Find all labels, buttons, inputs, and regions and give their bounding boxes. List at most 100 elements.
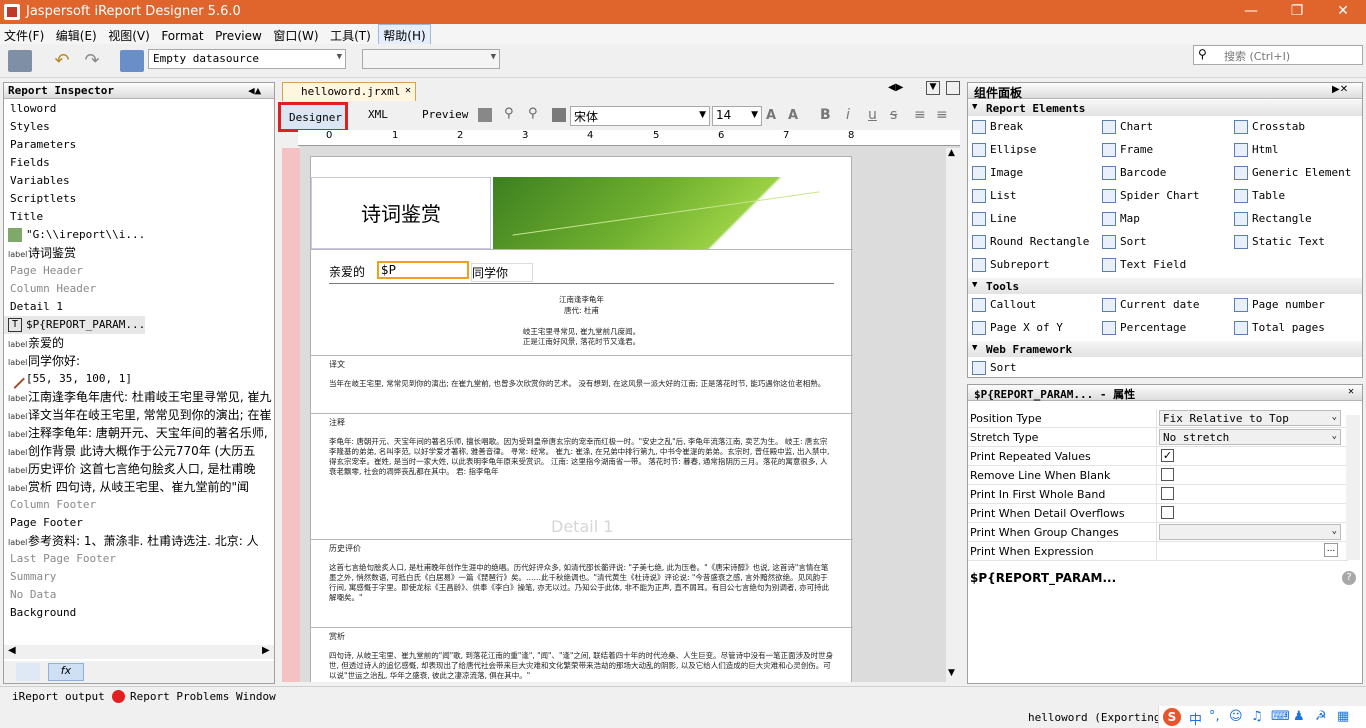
palette-item[interactable]: Spider Chart — [1102, 186, 1199, 206]
palette-item[interactable]: Html — [1234, 140, 1279, 160]
keyboard-icon[interactable]: ⌨ — [1271, 709, 1290, 724]
tree-node[interactable]: "G:\\ireport\\i... — [4, 226, 145, 244]
skin-icon[interactable]: ♟ — [1293, 709, 1305, 724]
tree-node[interactable]: Column Header — [4, 280, 96, 298]
strikethrough-icon[interactable]: s — [890, 107, 897, 123]
palette-item[interactable]: Break — [972, 117, 1023, 137]
redo-icon[interactable]: ↷ — [80, 50, 104, 72]
close-button[interactable]: ✕ — [1320, 0, 1366, 24]
poem-title-text[interactable]: 江南逢李龟年 — [329, 295, 834, 305]
bold-icon[interactable]: B — [820, 107, 831, 123]
palette-item[interactable]: Frame — [1102, 140, 1153, 160]
menu-preview[interactable]: Preview — [211, 27, 266, 45]
tree-node[interactable]: Fields — [4, 154, 50, 172]
palette-item[interactable]: Round Rectangle — [972, 232, 1089, 252]
report-select[interactable]: ▼ — [362, 49, 500, 69]
category-report-elements[interactable]: ▼ Report Elements — [968, 100, 1362, 116]
palette-item[interactable]: Percentage — [1102, 318, 1186, 338]
close-tab-icon[interactable]: ✕ — [405, 85, 411, 96]
param-text-field[interactable]: $P — [377, 261, 469, 279]
decrease-font-icon[interactable]: A — [788, 108, 798, 123]
datasource-icon[interactable] — [120, 50, 144, 72]
palette-item[interactable]: Current date — [1102, 295, 1199, 315]
palette-item[interactable]: Page X of Y — [972, 318, 1063, 338]
palette-item[interactable]: Map — [1102, 209, 1140, 229]
punctuation-icon[interactable]: °, — [1209, 709, 1220, 724]
tree-node[interactable]: Detail 1 — [4, 298, 63, 316]
palette-item[interactable]: Sort — [1102, 232, 1147, 252]
increase-font-icon[interactable]: A — [766, 108, 776, 123]
notes-heading[interactable]: 注释 — [329, 417, 345, 428]
close-icon[interactable]: ✕ — [1348, 386, 1354, 397]
poem-line-1[interactable]: 岐王宅里寻常见, 崔九堂前几度闻。 — [329, 327, 834, 337]
palette-item[interactable]: Image — [972, 163, 1023, 183]
minimize-button[interactable]: — — [1228, 0, 1274, 24]
palette-item[interactable]: Barcode — [1102, 163, 1166, 183]
palette-item[interactable]: Subreport — [972, 255, 1050, 275]
property-value-cell[interactable]: ⌄ — [1156, 523, 1342, 541]
sogou-logo[interactable]: S — [1163, 708, 1181, 726]
menu-window[interactable]: 窗口(W) — [269, 25, 322, 46]
menu-format[interactable]: Format — [157, 27, 207, 45]
property-select[interactable]: No stretch ⌄ — [1159, 429, 1341, 445]
pin-icon[interactable]: ▶✕ — [1332, 84, 1348, 95]
appreciation-text[interactable]: 四句诗, 从岐王宅里、崔九堂前的"闻"歌, 到落花江南的重"逢", "闻"、"逢… — [329, 651, 834, 681]
font-select[interactable]: 宋体 ▼ — [570, 106, 710, 126]
property-value-cell[interactable]: No stretch ⌄ — [1156, 428, 1342, 446]
scroll-right-icon[interactable]: ▶ — [262, 645, 270, 656]
title-static-text[interactable]: 诗词鉴赏 — [311, 177, 491, 249]
tree-node[interactable]: Summary — [4, 568, 56, 586]
notes-text[interactable]: 李龟年: 唐朝开元、天宝年间的著名乐师, 擅长唱歌。因为受到皇帝唐玄宗的宠幸而红… — [329, 437, 834, 477]
smiley-icon[interactable]: ☺ — [1229, 709, 1243, 724]
tree-node[interactable]: [55, 35, 100, 1] — [4, 369, 132, 389]
property-value-cell[interactable]: ✓ — [1156, 447, 1342, 465]
tree-node[interactable]: Scriptlets — [4, 190, 76, 208]
palette-item[interactable]: Text Field — [1102, 255, 1186, 275]
property-value-cell[interactable] — [1156, 504, 1342, 522]
tree-node[interactable]: label创作背景 此诗大概作于公元770年 (大历五 — [4, 442, 255, 460]
property-checkbox[interactable] — [1161, 468, 1174, 481]
palette-item[interactable]: List — [972, 186, 1017, 206]
font-size-select[interactable]: 14 ▼ — [712, 106, 762, 126]
tree-node[interactable]: Column Footer — [4, 496, 96, 514]
problems-window-tab[interactable]: Report Problems Window — [130, 690, 276, 703]
property-value-cell[interactable] — [1156, 466, 1342, 484]
translation-text[interactable]: 当年在岐王宅里, 常常见到你的演出; 在崔九堂前, 也曾多次欣赏你的艺术。 没有… — [329, 379, 834, 389]
category-web-framework[interactable]: ▼ Web Framework — [968, 341, 1362, 357]
palette-item[interactable]: Sort — [972, 358, 1017, 378]
property-value-cell[interactable]: Fix Relative to Top ⌄ — [1156, 409, 1342, 427]
tab-menu-icon[interactable]: ▼ — [926, 81, 940, 95]
palette-item[interactable]: Line — [972, 209, 1017, 229]
expression-editor-button[interactable]: ... — [1324, 543, 1338, 557]
tree-node[interactable]: Page Header — [4, 262, 83, 280]
pin-icon[interactable]: ◀▲ — [248, 84, 261, 97]
ireport-output-tab[interactable]: iReport output — [12, 690, 105, 703]
help-icon[interactable]: ? — [1342, 571, 1356, 585]
property-value-cell[interactable]: ... — [1156, 542, 1342, 560]
ime-lang[interactable]: 中 — [1189, 709, 1202, 728]
scroll-left-icon[interactable]: ◀ — [8, 645, 16, 656]
save-all-icon[interactable] — [8, 50, 32, 72]
palette-item[interactable]: Page number — [1234, 295, 1325, 315]
maximize-editor-icon[interactable] — [946, 81, 960, 95]
underline-icon[interactable]: u — [868, 107, 877, 123]
menu-tools[interactable]: 工具(T) — [326, 25, 375, 46]
property-checkbox[interactable] — [1161, 506, 1174, 519]
tree-node[interactable]: Page Footer — [4, 514, 83, 532]
canvas-vertical-scrollbar[interactable]: ▲ ▼ — [946, 148, 960, 682]
property-checkbox[interactable]: ✓ — [1161, 449, 1174, 462]
history-text[interactable]: 这首七言绝句脍炙人口, 是杜甫晚年创作生涯中的绝唱。历代好评众多, 如清代邵长蘅… — [329, 563, 834, 603]
italic-icon[interactable]: i — [846, 107, 850, 123]
palette-item[interactable]: Static Text — [1234, 232, 1325, 252]
property-select[interactable]: ⌄ — [1159, 524, 1341, 540]
separator-line[interactable] — [329, 283, 834, 284]
translation-heading[interactable]: 译文 — [329, 359, 345, 370]
palette-item[interactable]: Table — [1234, 186, 1285, 206]
shirt-icon[interactable]: ☭ — [1315, 709, 1327, 724]
maximize-button[interactable]: ❐ — [1274, 0, 1320, 24]
tab-xml[interactable]: XML — [368, 108, 388, 121]
tab-preview[interactable]: Preview — [422, 108, 468, 121]
zoom-fit-icon[interactable] — [478, 108, 492, 122]
menu-view[interactable]: 视图(V) — [104, 25, 154, 46]
undo-icon[interactable]: ↶ — [50, 50, 74, 72]
